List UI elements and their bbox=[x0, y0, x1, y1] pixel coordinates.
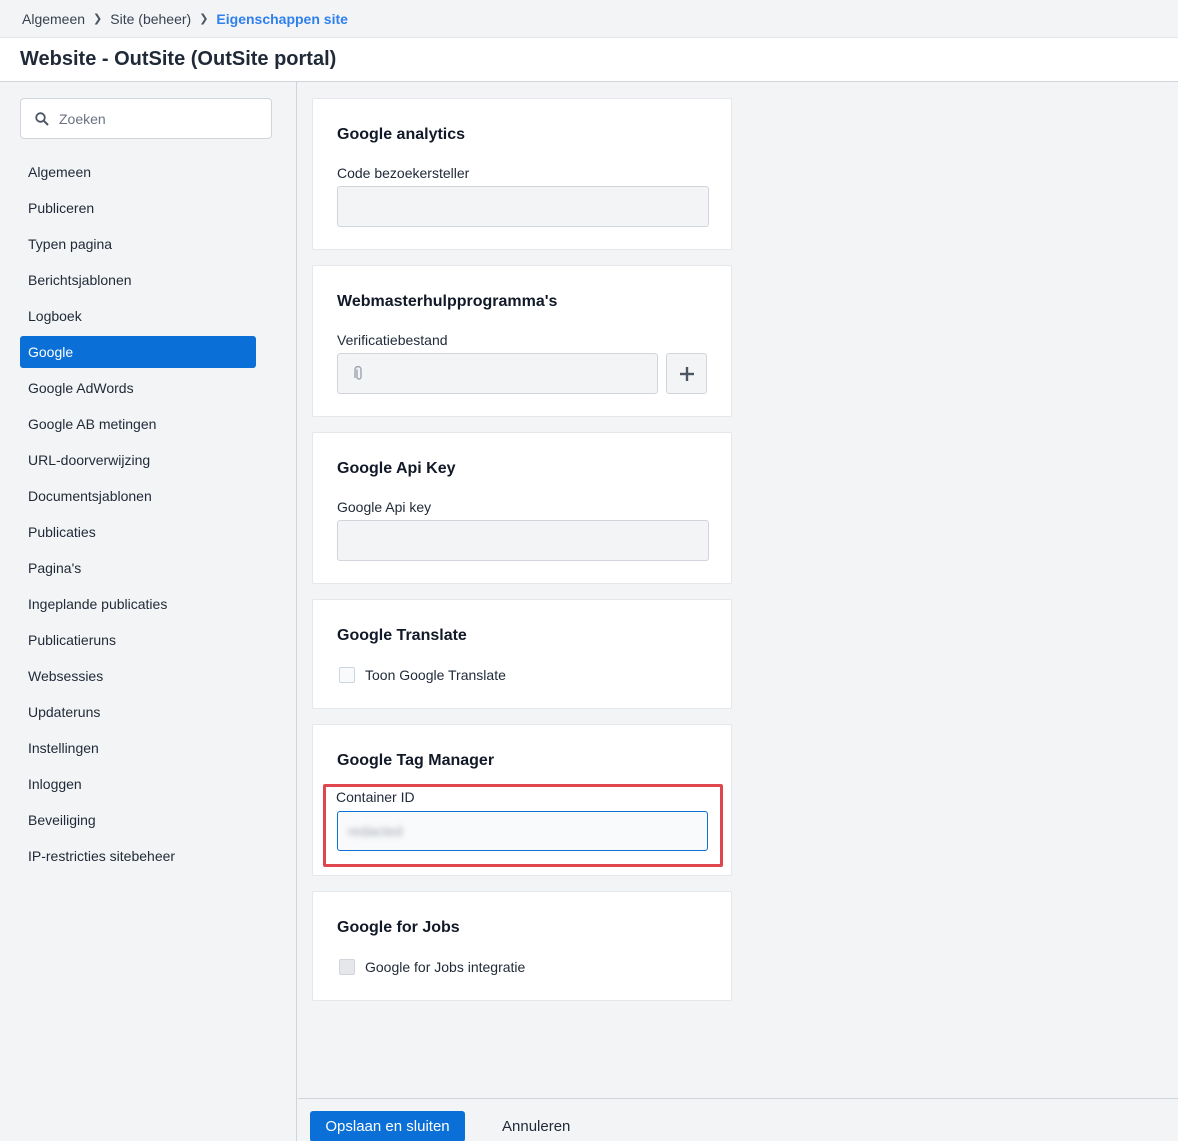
chevron-right-icon: ❯ bbox=[199, 13, 209, 25]
card-title: Google analytics bbox=[337, 126, 466, 143]
sidebar-item-google[interactable]: Google bbox=[20, 336, 256, 368]
jobs-integration-checkbox[interactable] bbox=[339, 959, 355, 975]
container-id-value: redacted bbox=[348, 823, 403, 839]
page-title: Website - OutSite (OutSite portal) bbox=[20, 48, 337, 70]
breadcrumb-item-site-beheer[interactable]: Site (beheer) bbox=[110, 11, 191, 27]
container-id-input[interactable]: redacted bbox=[337, 811, 708, 851]
visitor-code-input[interactable] bbox=[337, 186, 709, 227]
sidebar-item-typen-pagina[interactable]: Typen pagina bbox=[20, 228, 256, 260]
card-title: Google for Jobs bbox=[337, 919, 460, 936]
sidebar-item-updateruns[interactable]: Updateruns bbox=[20, 696, 256, 728]
breadcrumb-item-current: Eigenschappen site bbox=[216, 10, 348, 27]
sidebar-item-berichtsjablonen[interactable]: Berichtsjablonen bbox=[20, 264, 256, 296]
sidebar-item-instellingen[interactable]: Instellingen bbox=[20, 732, 256, 764]
api-key-input[interactable] bbox=[337, 520, 709, 561]
sidebar-item-algemeen[interactable]: Algemeen bbox=[20, 156, 256, 188]
add-file-button[interactable] bbox=[666, 353, 707, 394]
search-input[interactable] bbox=[59, 110, 239, 127]
sidebar-item-publiceren[interactable]: Publiceren bbox=[20, 192, 256, 224]
checkbox-label: Toon Google Translate bbox=[365, 667, 506, 683]
card-google-translate: Google Translate Toon Google Translate bbox=[312, 599, 732, 709]
search-icon bbox=[35, 111, 49, 126]
chevron-right-icon: ❯ bbox=[93, 13, 103, 25]
card-title: Google Api Key bbox=[337, 460, 456, 477]
sidebar-item-ip-restricties[interactable]: IP-restricties sitebeheer bbox=[20, 840, 256, 872]
sidebar-item-paginas[interactable]: Pagina's bbox=[20, 552, 256, 584]
card-title: Webmasterhulpprogramma's bbox=[337, 293, 558, 310]
sidebar-item-google-ab-metingen[interactable]: Google AB metingen bbox=[20, 408, 256, 440]
field-label: Google Api key bbox=[337, 499, 432, 515]
sidebar: Algemeen Publiceren Typen pagina Bericht… bbox=[0, 82, 297, 1141]
breadcrumb: Algemeen ❯ Site (beheer) ❯ Eigenschappen… bbox=[0, 0, 1178, 38]
card-webmaster-tools: Webmasterhulpprogramma's Verificatiebest… bbox=[312, 265, 732, 417]
search-box bbox=[20, 98, 272, 139]
sidebar-item-logboek[interactable]: Logboek bbox=[20, 300, 256, 332]
sidebar-item-documentsjablonen[interactable]: Documentsjablonen bbox=[20, 480, 256, 512]
sidebar-nav: Algemeen Publiceren Typen pagina Bericht… bbox=[20, 156, 256, 876]
main-content: Google analytics Code bezoekersteller We… bbox=[298, 82, 1178, 1098]
save-and-close-button[interactable]: Opslaan en sluiten bbox=[310, 1111, 465, 1141]
field-label: Verificatiebestand bbox=[337, 332, 448, 348]
sidebar-item-publicatieruns[interactable]: Publicatieruns bbox=[20, 624, 256, 656]
sidebar-item-beveiliging[interactable]: Beveiliging bbox=[20, 804, 256, 836]
sidebar-item-inloggen[interactable]: Inloggen bbox=[20, 768, 256, 800]
sidebar-item-websessies[interactable]: Websessies bbox=[20, 660, 256, 692]
cancel-button[interactable]: Annuleren bbox=[502, 1111, 570, 1141]
breadcrumb-item-algemeen[interactable]: Algemeen bbox=[22, 11, 85, 27]
paperclip-icon bbox=[354, 365, 362, 380]
sidebar-item-url-doorverwijzing[interactable]: URL-doorverwijzing bbox=[20, 444, 256, 476]
card-title: Google Tag Manager bbox=[337, 752, 495, 769]
card-google-for-jobs: Google for Jobs Google for Jobs integrat… bbox=[312, 891, 732, 1001]
footer-bar: Opslaan en sluiten Annuleren bbox=[298, 1098, 1178, 1141]
card-google-api-key: Google Api Key Google Api key bbox=[312, 432, 732, 584]
plus-icon bbox=[679, 366, 694, 381]
sidebar-item-publicaties[interactable]: Publicaties bbox=[20, 516, 256, 548]
container-id-label: Container ID bbox=[336, 789, 415, 805]
show-translate-checkbox[interactable] bbox=[339, 667, 355, 683]
verification-file-input[interactable] bbox=[337, 353, 659, 394]
card-google-analytics: Google analytics Code bezoekersteller bbox=[312, 98, 732, 250]
checkbox-label: Google for Jobs integratie bbox=[365, 959, 526, 975]
title-bar: Website - OutSite (OutSite portal) bbox=[0, 38, 1178, 82]
field-label: Code bezoekersteller bbox=[337, 165, 470, 181]
sidebar-item-google-adwords[interactable]: Google AdWords bbox=[20, 372, 256, 404]
sidebar-item-ingeplande-publicaties[interactable]: Ingeplande publicaties bbox=[20, 588, 256, 620]
card-title: Google Translate bbox=[337, 627, 467, 644]
